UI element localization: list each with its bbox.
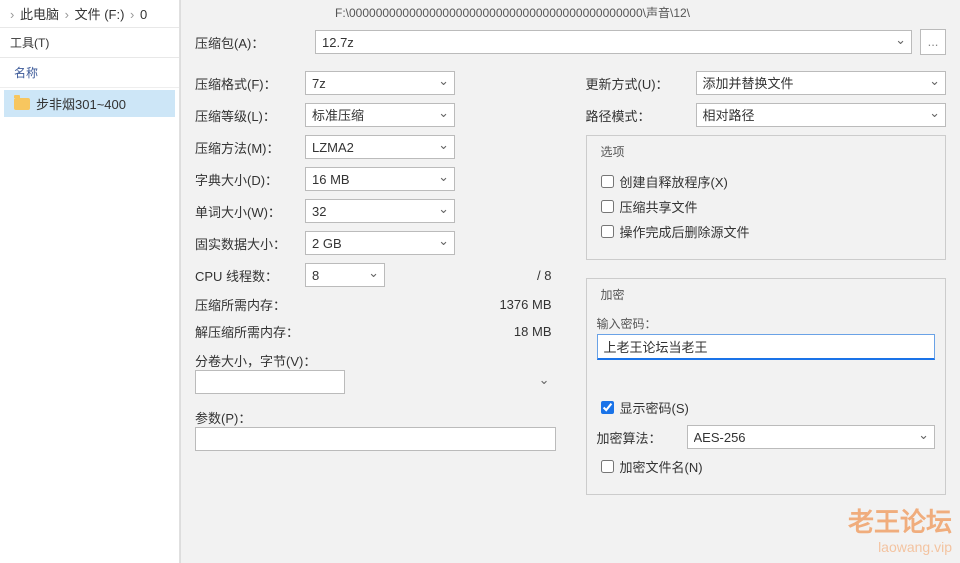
share-checkbox[interactable]: 压缩共享文件	[597, 197, 936, 216]
word-label: 单词大小(W)：	[195, 202, 305, 221]
encryption-legend: 加密	[597, 286, 629, 303]
threads-label: CPU 线程数：	[195, 266, 305, 285]
sfx-checkbox[interactable]: 创建自释放程序(X)	[597, 172, 936, 191]
pathmode-select[interactable]: 相对路径	[696, 103, 947, 127]
archive-label: 压缩包(A)：	[195, 33, 315, 52]
dict-label: 字典大小(D)：	[195, 170, 305, 189]
right-column: 更新方式(U)：添加并替换文件 路径模式：相对路径 选项 创建自释放程序(X) …	[586, 63, 947, 495]
breadcrumb-pc[interactable]: 此电脑	[20, 7, 59, 22]
options-legend: 选项	[597, 143, 629, 160]
breadcrumb-drive[interactable]: 文件 (F:)	[75, 7, 125, 22]
mem-comp-label: 压缩所需内存：	[195, 295, 355, 314]
update-label: 更新方式(U)：	[586, 74, 696, 93]
format-label: 压缩格式(F)：	[195, 74, 305, 93]
solid-select[interactable]: 2 GB	[305, 231, 455, 255]
explorer-sidebar: › 此电脑 › 文件 (F:) › 0 工具(T) 名称 步非烟301~400	[0, 0, 180, 563]
breadcrumb-folder[interactable]: 0	[140, 7, 147, 22]
folder-label: 步非烟301~400	[36, 94, 126, 113]
breadcrumb[interactable]: › 此电脑 › 文件 (F:) › 0	[0, 0, 179, 28]
encryption-fieldset: 加密 输入密码： 显示密码(S) 加密算法：AES-256 加密文件名(N)	[586, 278, 947, 495]
compress-dialog: F:\0000000000000000000000000000000000000…	[180, 0, 960, 563]
split-label: 分卷大小，字节(V)：	[195, 351, 556, 370]
split-select[interactable]	[195, 370, 345, 394]
threads-select[interactable]: 8	[305, 263, 385, 287]
mem-decomp-value: 18 MB	[466, 324, 556, 339]
options-fieldset: 选项 创建自释放程序(X) 压缩共享文件 操作完成后删除源文件	[586, 135, 947, 260]
encrypt-names-checkbox[interactable]: 加密文件名(N)	[597, 457, 936, 476]
format-select[interactable]: 7z	[305, 71, 455, 95]
solid-label: 固实数据大小：	[195, 234, 305, 253]
breadcrumb-sep: ›	[10, 7, 14, 22]
mem-decomp-label: 解压缩所需内存：	[195, 322, 355, 341]
column-header-name[interactable]: 名称	[0, 58, 179, 88]
params-label: 参数(P)：	[195, 408, 556, 427]
method-select[interactable]: LZMA2	[305, 135, 455, 159]
enc-method-select[interactable]: AES-256	[687, 425, 936, 449]
password-label: 输入密码：	[597, 315, 936, 332]
update-select[interactable]: 添加并替换文件	[696, 71, 947, 95]
params-input[interactable]	[195, 427, 556, 451]
pathmode-label: 路径模式：	[586, 106, 696, 125]
browse-button[interactable]: ...	[920, 29, 946, 55]
threads-total: / 8	[466, 268, 556, 283]
left-column: 压缩格式(F)：7z 压缩等级(L)：标准压缩 压缩方法(M)：LZMA2 字典…	[195, 63, 556, 495]
delete-checkbox[interactable]: 操作完成后删除源文件	[597, 222, 936, 241]
archive-full-path: F:\0000000000000000000000000000000000000…	[335, 4, 946, 21]
tools-menu[interactable]: 工具(T)	[0, 28, 179, 58]
method-label: 压缩方法(M)：	[195, 138, 305, 157]
password-input[interactable]	[597, 334, 936, 360]
list-item[interactable]: 步非烟301~400	[4, 90, 175, 117]
dict-select[interactable]: 16 MB	[305, 167, 455, 191]
folder-icon	[14, 98, 30, 110]
archive-name-input[interactable]	[315, 30, 912, 54]
show-password-checkbox[interactable]: 显示密码(S)	[597, 398, 936, 417]
word-select[interactable]: 32	[305, 199, 455, 223]
enc-method-label: 加密算法：	[597, 428, 687, 447]
level-label: 压缩等级(L)：	[195, 106, 305, 125]
level-select[interactable]: 标准压缩	[305, 103, 455, 127]
mem-comp-value: 1376 MB	[466, 297, 556, 312]
